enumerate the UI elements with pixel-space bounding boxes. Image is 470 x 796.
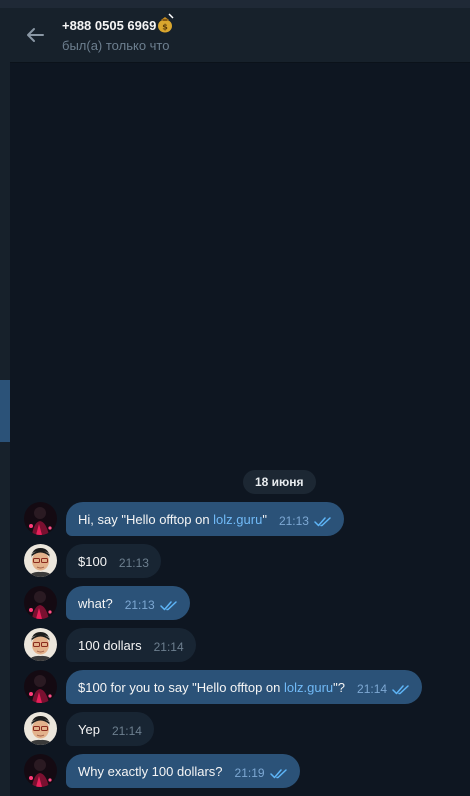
back-arrow-icon[interactable] [24, 24, 46, 46]
contact-name[interactable]: +888 0505 6969 [62, 18, 156, 33]
avatar[interactable] [24, 670, 57, 703]
chat-list-selected-indicator [0, 380, 10, 442]
double-check-read-icon [269, 768, 287, 778]
avatar[interactable] [24, 502, 57, 535]
message-link[interactable]: lolz.guru [213, 512, 262, 527]
message-time: 21:13 [278, 514, 309, 528]
telegram-chat-window: +888 0505 6969 $ был(а) только что 18 ию… [0, 0, 470, 796]
message-time: 21:14 [153, 640, 184, 654]
message-bubble[interactable]: $100 21:13 [66, 544, 161, 578]
message-text: 100 dollars [78, 638, 142, 653]
message-text-segment: Why exactly 100 dollars? [78, 763, 223, 779]
contact-status: был(а) только что [62, 38, 170, 53]
message-text-segment: $100 [78, 553, 107, 569]
message-bubble[interactable]: Hi, say "Hello offtop on lolz.guru" 21:13 [66, 502, 344, 536]
message-text-segment: "? [333, 679, 346, 695]
message-text: what? [78, 596, 113, 611]
chat-list-edge [0, 8, 10, 796]
message-bubble[interactable]: Why exactly 100 dollars? 21:19 [66, 754, 300, 788]
avatar[interactable] [24, 628, 57, 661]
message-text: Why exactly 100 dollars? [78, 764, 223, 779]
message-bubble[interactable]: Yep 21:14 [66, 712, 154, 746]
date-separator: 18 июня [243, 470, 316, 494]
message-link[interactable]: lolz.guru [284, 680, 333, 695]
message-time: 21:19 [234, 766, 265, 780]
message-text-segment: Yep [78, 721, 100, 737]
svg-text:$: $ [162, 23, 168, 32]
message-text: $100 for you to say "Hello offtop on lol… [78, 680, 345, 695]
message-time: 21:14 [111, 724, 142, 738]
avatar[interactable] [24, 586, 57, 619]
message-time: 21:14 [357, 682, 388, 696]
avatar[interactable] [24, 754, 57, 787]
message-text-segment: $100 for you to say "Hello offtop on [78, 679, 285, 695]
message-time: 21:13 [118, 556, 149, 570]
avatar[interactable] [24, 544, 57, 577]
message-text: Yep [78, 722, 100, 737]
double-check-read-icon [392, 684, 409, 694]
message-time: 21:13 [124, 598, 155, 612]
message-text: Hi, say "Hello offtop on lolz.guru" [78, 512, 267, 527]
message-text-segment: 100 dollars [78, 637, 142, 653]
double-check-read-icon [159, 600, 177, 610]
message-bubble[interactable]: $100 for you to say "Hello offtop on lol… [66, 670, 423, 704]
message-text-segment: " [262, 511, 267, 527]
message-text-segment: what? [78, 595, 113, 611]
bag-of-money-emoji-icon: $ [154, 12, 176, 34]
window-top-strip [0, 0, 470, 8]
avatar[interactable] [24, 712, 57, 745]
chat-header: +888 0505 6969 $ был(а) только что [10, 8, 470, 63]
message-bubble[interactable]: 100 dollars 21:14 [66, 628, 196, 662]
message-text: $100 [78, 554, 107, 569]
double-check-read-icon [314, 516, 331, 526]
message-bubble[interactable]: what? 21:13 [66, 586, 190, 620]
message-text-segment: Hi, say "Hello offtop on [78, 511, 214, 527]
